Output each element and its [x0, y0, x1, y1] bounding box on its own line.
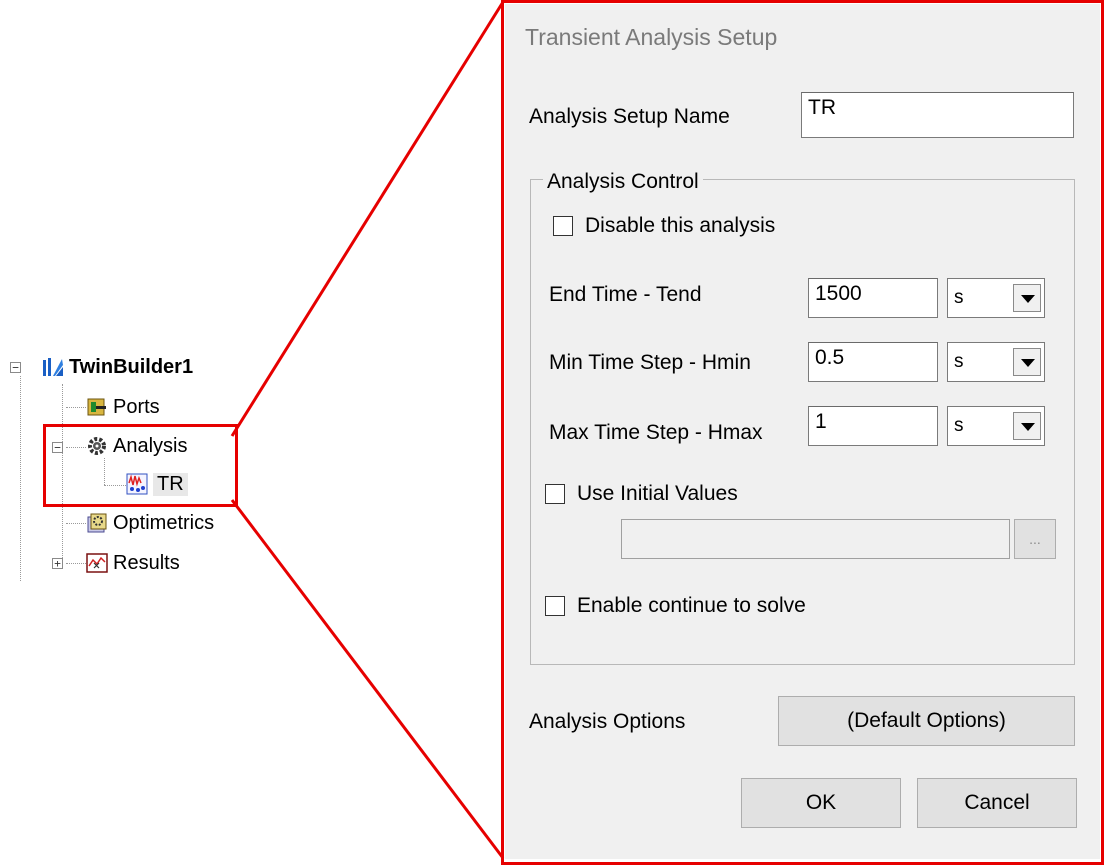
end-time-unit-value: s [954, 287, 964, 308]
end-time-unit-select[interactable]: s [947, 278, 1045, 318]
tree-item-optimetrics[interactable]: Optimetrics [86, 511, 214, 535]
checkbox-box[interactable] [545, 484, 565, 504]
project-tree: − − + TwinBuilder1 Ports Analysis TR Opt… [0, 0, 260, 865]
dialog-title: Transient Analysis Setup [525, 24, 778, 50]
chevron-down-icon[interactable] [1013, 348, 1041, 376]
checkbox-label: Use Initial Values [577, 482, 738, 505]
tree-connector [66, 563, 86, 564]
results-icon [86, 553, 108, 573]
tree-highlight-box [43, 424, 238, 507]
tree-connector [20, 376, 21, 581]
tree-root-label: TwinBuilder1 [69, 355, 194, 378]
checkbox-label: Enable continue to solve [577, 594, 806, 617]
checkbox-label: Disable this analysis [585, 214, 776, 237]
callout-line-bottom [230, 499, 505, 859]
max-step-label: Max Time Step - Hmax [549, 421, 763, 444]
ok-button[interactable]: OK [741, 778, 901, 828]
end-time-label: End Time - Tend [549, 283, 702, 306]
min-step-label: Min Time Step - Hmin [549, 351, 751, 374]
chevron-down-icon[interactable] [1013, 412, 1041, 440]
tree-item-ports[interactable]: Ports [86, 395, 160, 419]
cancel-button[interactable]: Cancel [917, 778, 1077, 828]
tree-connector [66, 523, 86, 524]
tree-item-label: Results [113, 551, 180, 574]
setup-name-label: Analysis Setup Name [529, 105, 730, 128]
end-time-input[interactable]: 1500 [808, 278, 938, 318]
use-initial-values-checkbox[interactable]: Use Initial Values [545, 482, 738, 506]
analysis-options-label: Analysis Options [529, 710, 686, 733]
tree-root-twinbuilder1[interactable]: TwinBuilder1 [42, 355, 193, 379]
min-step-unit-value: s [954, 351, 964, 372]
optimetrics-icon [87, 513, 107, 533]
results-expand-toggle[interactable]: + [52, 558, 63, 569]
tree-item-results[interactable]: Results [86, 551, 180, 575]
tree-connector [66, 407, 86, 408]
initial-values-path-input[interactable] [621, 519, 1010, 559]
default-options-button[interactable]: (Default Options) [778, 696, 1075, 746]
max-step-input[interactable]: 1 [808, 406, 938, 446]
transient-analysis-setup-dialog: Transient Analysis Setup Analysis Setup … [505, 4, 1100, 859]
tree-item-label: Ports [113, 395, 160, 418]
checkbox-box[interactable] [553, 216, 573, 236]
max-step-unit-value: s [954, 415, 964, 436]
setup-name-input[interactable]: TR [801, 92, 1074, 138]
min-step-input[interactable]: 0.5 [808, 342, 938, 382]
ports-icon [87, 398, 106, 416]
callout-line-top [230, 1, 505, 437]
tree-item-label: Optimetrics [113, 511, 215, 534]
browse-initial-values-button[interactable]: ... [1014, 519, 1056, 559]
min-step-unit-select[interactable]: s [947, 342, 1045, 382]
checkbox-box[interactable] [545, 596, 565, 616]
analysis-control-legend: Analysis Control [543, 170, 703, 194]
enable-continue-checkbox[interactable]: Enable continue to solve [545, 594, 806, 618]
twinbuilder-project-icon [43, 358, 63, 376]
max-step-unit-select[interactable]: s [947, 406, 1045, 446]
root-collapse-toggle[interactable]: − [10, 362, 21, 373]
disable-analysis-checkbox[interactable]: Disable this analysis [553, 214, 775, 238]
chevron-down-icon[interactable] [1013, 284, 1041, 312]
